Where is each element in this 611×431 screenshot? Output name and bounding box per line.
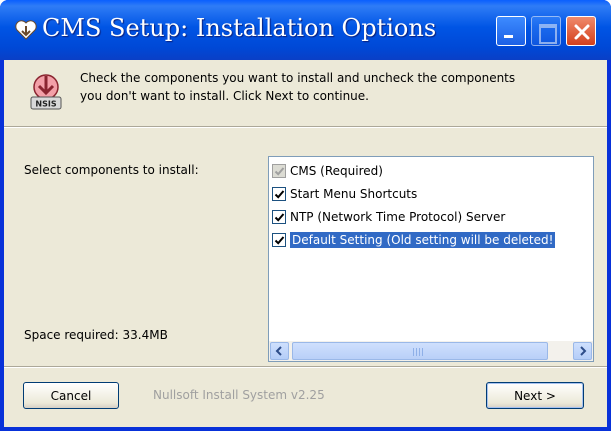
installer-app-icon bbox=[15, 20, 37, 40]
header-description-line2: you don't want to install. Click Next to… bbox=[80, 89, 369, 103]
window-border-bottom bbox=[0, 427, 611, 431]
checkbox-ntp[interactable] bbox=[272, 209, 286, 224]
installer-window: CMS Setup: Installation Options NSIS Che… bbox=[0, 0, 611, 431]
scrollbar-grip bbox=[413, 348, 425, 356]
checkmark-icon bbox=[274, 235, 285, 245]
scroll-left-button[interactable] bbox=[270, 342, 289, 360]
component-item-ntp[interactable]: NTP (Network Time Protocol) Server bbox=[272, 205, 590, 228]
svg-text:NSIS: NSIS bbox=[35, 100, 56, 109]
close-icon bbox=[574, 24, 590, 40]
component-item-start-menu[interactable]: Start Menu Shortcuts bbox=[272, 182, 590, 205]
checkbox-default-setting[interactable] bbox=[272, 232, 286, 247]
title-bar[interactable]: CMS Setup: Installation Options bbox=[0, 0, 611, 60]
checkmark-icon bbox=[274, 189, 285, 199]
component-label: CMS (Required) bbox=[290, 163, 383, 178]
dialog-client-area: NSIS Check the components you want to in… bbox=[4, 60, 607, 427]
header-separator bbox=[4, 126, 607, 128]
scrollbar-thumb[interactable] bbox=[292, 342, 548, 360]
window-title: CMS Setup: Installation Options bbox=[42, 14, 437, 42]
checkbox-start-menu[interactable] bbox=[272, 186, 286, 201]
window-border-right bbox=[607, 60, 611, 431]
checkmark-icon bbox=[274, 212, 285, 222]
component-label: NTP (Network Time Protocol) Server bbox=[290, 209, 506, 224]
component-item-cms[interactable]: CMS (Required) bbox=[272, 159, 590, 182]
nsis-branding: Nullsoft Install System v2.25 bbox=[153, 388, 325, 402]
space-required-label: Space required: 33.4MB bbox=[24, 328, 168, 342]
header-description-line1: Check the components you want to install… bbox=[80, 71, 516, 85]
dialog-header: NSIS Check the components you want to in… bbox=[4, 60, 607, 126]
next-button[interactable]: Next > bbox=[486, 382, 584, 409]
checkmark-icon bbox=[274, 166, 285, 176]
chevron-right-icon bbox=[580, 346, 587, 356]
header-description: Check the components you want to install… bbox=[80, 69, 590, 105]
minimize-button[interactable] bbox=[496, 16, 526, 46]
components-list[interactable]: CMS (Required) Start Menu Shortcuts NTP … bbox=[268, 156, 594, 362]
footer-separator bbox=[4, 366, 607, 368]
close-button[interactable] bbox=[566, 16, 596, 46]
components-label: Select components to install: bbox=[24, 163, 199, 177]
component-label: Start Menu Shortcuts bbox=[290, 186, 418, 201]
horizontal-scrollbar[interactable] bbox=[269, 341, 593, 361]
component-label: Default Setting (Old setting will be del… bbox=[288, 230, 557, 249]
scroll-right-button[interactable] bbox=[573, 342, 592, 360]
cancel-button[interactable]: Cancel bbox=[23, 382, 119, 409]
chevron-left-icon bbox=[275, 346, 282, 356]
nsis-installer-icon: NSIS bbox=[30, 74, 62, 110]
maximize-button bbox=[531, 16, 561, 46]
component-item-default-setting[interactable]: Default Setting (Old setting will be del… bbox=[272, 228, 590, 251]
checkbox-cms bbox=[272, 163, 286, 178]
